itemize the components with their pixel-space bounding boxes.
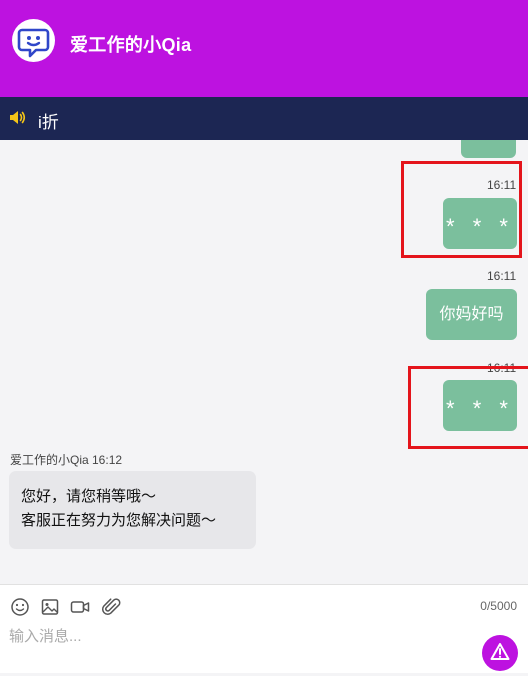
emoji-icon[interactable] xyxy=(9,596,31,618)
agent-message-bubble[interactable]: 您好，请您稍等哦～ 客服正在努力为您解决问题～ xyxy=(9,471,256,549)
message-input[interactable] xyxy=(9,623,449,649)
agent-sender-label: 爱工作的小Qia 16:12 xyxy=(10,453,123,467)
composer: 0/5000 xyxy=(0,584,528,673)
message-list[interactable]: 16:11 * * * 16:11 你妈好吗 16:11 * * * 爱工作的小… xyxy=(0,140,528,584)
char-counter: 0/5000 xyxy=(480,599,517,613)
message-time: 16:11 xyxy=(487,269,517,283)
speaker-icon xyxy=(9,110,26,130)
attachment-icon[interactable] xyxy=(100,596,122,618)
highlight-box xyxy=(401,161,522,258)
notice-text: i折 xyxy=(38,113,59,132)
chat-title: 爱工作的小Qia xyxy=(70,35,192,55)
notice-bar: i折 xyxy=(0,97,528,140)
video-icon[interactable] xyxy=(69,596,91,618)
agent-message-line: 您好，请您稍等哦～ xyxy=(21,488,157,505)
chat-bot-icon xyxy=(12,19,55,62)
message-bubble[interactable]: 你妈好吗 xyxy=(426,289,517,340)
chat-header: 爱工作的小Qia xyxy=(0,0,528,97)
send-button[interactable] xyxy=(482,635,518,671)
image-icon[interactable] xyxy=(39,596,61,618)
send-icon xyxy=(490,643,510,660)
agent-message-line: 客服正在努力为您解决问题～ xyxy=(21,512,217,529)
message-bubble-partial xyxy=(461,140,516,158)
highlight-box xyxy=(408,366,528,449)
